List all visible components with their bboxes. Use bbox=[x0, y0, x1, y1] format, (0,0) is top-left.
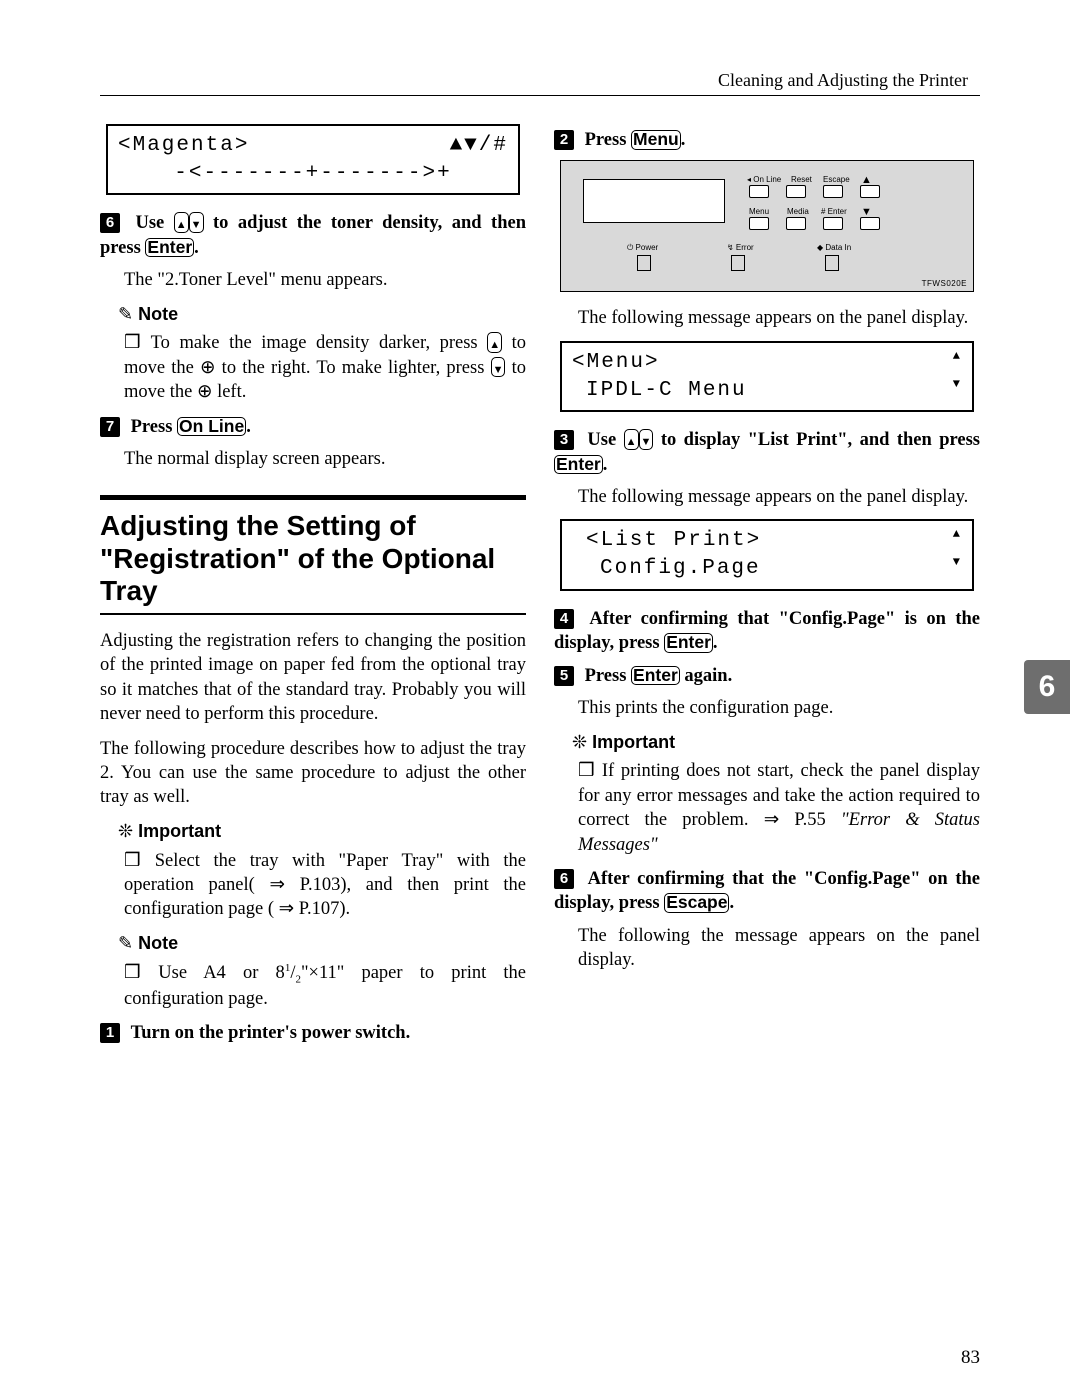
important-heading-left: Important bbox=[118, 820, 526, 844]
key-up-3: ▲ bbox=[624, 429, 639, 450]
step-3-body: The following message appears on the pan… bbox=[578, 485, 980, 509]
page-number: 83 bbox=[961, 1347, 980, 1369]
panel-btn-escape bbox=[823, 185, 843, 198]
section-heading: Adjusting the Setting of "Registration" … bbox=[100, 510, 526, 607]
step-6-body: The "2.Toner Level" menu appears. bbox=[124, 268, 526, 292]
step-3: 3 Use ▲▼ to display "List Print", and th… bbox=[554, 428, 980, 477]
section-p2: The following procedure describes how to… bbox=[100, 737, 526, 810]
step-5-body: This prints the configuration page. bbox=[578, 696, 980, 720]
key-down-3: ▼ bbox=[639, 429, 654, 450]
key-down: ▼ bbox=[189, 212, 204, 233]
panel-btn-menu bbox=[749, 217, 769, 230]
section-divider-bottom bbox=[100, 613, 526, 615]
key-down-2: ▼ bbox=[491, 357, 506, 378]
step-6: 6 Use ▲▼ to adjust the toner density, an… bbox=[100, 211, 526, 260]
panel-btn-online bbox=[749, 185, 769, 198]
step-5: 5 Press Enter again. bbox=[554, 664, 980, 688]
step-2-body: The following message appears on the pan… bbox=[578, 306, 980, 330]
important-right-item: If printing does not start, check the pa… bbox=[578, 758, 980, 857]
panel-btn-enter bbox=[823, 217, 843, 230]
panel-btn-down bbox=[860, 217, 880, 230]
step-r6-body: The following the message appears on the… bbox=[578, 924, 980, 973]
note-heading-1: Note bbox=[118, 303, 526, 327]
note-1-item: To make the image density darker, press … bbox=[124, 330, 526, 404]
running-header: Cleaning and Adjusting the Printer bbox=[100, 70, 980, 96]
panel-btn-media bbox=[786, 217, 806, 230]
note-2-item: Use A4 or 81/2"×11" paper to print the c… bbox=[124, 960, 526, 1012]
panel-led-error bbox=[731, 255, 745, 271]
key-enter: Enter bbox=[145, 238, 194, 258]
key-enter-4: Enter bbox=[631, 666, 680, 686]
panel-led-power bbox=[637, 255, 651, 271]
key-enter-3: Enter bbox=[664, 633, 713, 653]
lcd-menu: <Menu>▲ IPDL-C Menu▼ bbox=[560, 341, 974, 412]
step-1: 1 Turn on the printer's power switch. bbox=[100, 1021, 526, 1045]
lcd-listprint: <List Print>▲ Config.Page▼ bbox=[560, 519, 974, 590]
key-enter-2: Enter bbox=[554, 455, 603, 475]
important-left-item: Select the tray with "Paper Tray" with t… bbox=[124, 848, 526, 922]
panel-btn-up bbox=[860, 185, 880, 198]
panel-led-datain bbox=[825, 255, 839, 271]
step-7-body: The normal display screen appears. bbox=[124, 447, 526, 471]
panel-display bbox=[583, 179, 725, 223]
section-p1: Adjusting the registration refers to cha… bbox=[100, 629, 526, 727]
key-online: On Line bbox=[177, 417, 246, 437]
step-7: 7 Press On Line. bbox=[100, 415, 526, 439]
note-heading-2: Note bbox=[118, 932, 526, 956]
step-2: 2 Press Menu. bbox=[554, 128, 980, 152]
key-menu: Menu bbox=[631, 130, 681, 150]
printer-panel: ◂ On Line Reset Escape ▲ Menu Media # En… bbox=[560, 160, 974, 292]
section-divider-top bbox=[100, 495, 526, 500]
step-r6: 6 After confirming that the "Config.Page… bbox=[554, 867, 980, 916]
step-4: 4 After confirming that "Config.Page" is… bbox=[554, 607, 980, 656]
chapter-tab: 6 bbox=[1024, 660, 1070, 714]
panel-figure-code: TFWS020E bbox=[922, 279, 967, 290]
key-up-2: ▲ bbox=[487, 332, 502, 353]
important-heading-right: Important bbox=[572, 731, 980, 755]
key-escape: Escape bbox=[664, 893, 729, 913]
key-up: ▲ bbox=[174, 212, 189, 233]
panel-btn-reset bbox=[786, 185, 806, 198]
lcd-magenta: <Magenta>▲▼/# -<-------+------->+ bbox=[106, 124, 520, 195]
